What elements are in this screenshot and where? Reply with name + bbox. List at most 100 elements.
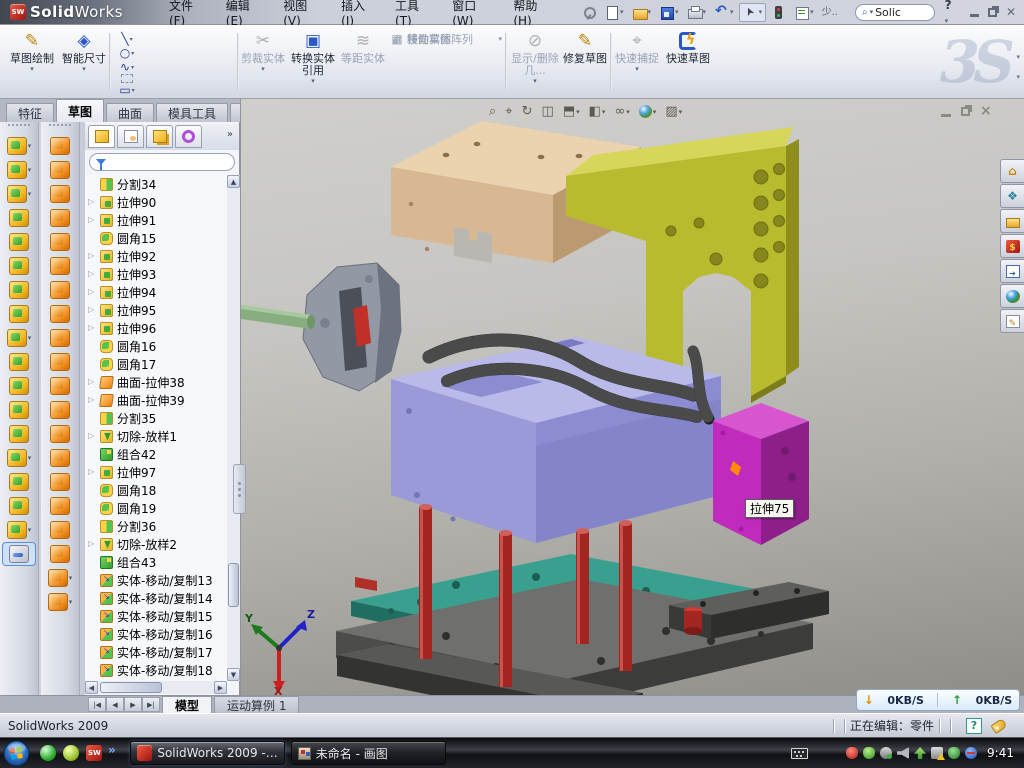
doc-close-button[interactable]: × bbox=[980, 105, 992, 118]
vertical-scroll-thumb[interactable] bbox=[228, 563, 239, 607]
surface-tool-button-offset-surface[interactable] bbox=[41, 302, 79, 326]
tray-icon-blocked[interactable] bbox=[965, 747, 977, 759]
tray-icon-antivirus[interactable] bbox=[846, 747, 858, 759]
tree-filter-input[interactable] bbox=[89, 153, 235, 171]
tree-item-圆角19[interactable]: 圆角19 bbox=[85, 499, 227, 517]
toolbar-overflow-chevron[interactable]: ▾ bbox=[1016, 53, 1020, 61]
tree-item-拉伸90[interactable]: ▷ 拉伸90 bbox=[85, 193, 227, 211]
doc-restore-button[interactable] bbox=[961, 107, 970, 116]
hud-button-display-style[interactable]: ◧ ▾ bbox=[587, 103, 608, 120]
sketch-button[interactable]: ✎ 草图绘制▾ bbox=[6, 29, 58, 95]
doc-minimize-button[interactable] bbox=[941, 114, 951, 117]
expand-arrow-icon[interactable]: ▷ bbox=[88, 431, 94, 440]
network-speed-widget[interactable]: ↓ 0KB/S ↑ 0KB/S bbox=[856, 689, 1020, 711]
surface-tool-button-thicken[interactable] bbox=[41, 350, 79, 374]
entity-button-corner-rectangle[interactable]: ▭ ▾ bbox=[112, 83, 142, 97]
chevron-down-icon[interactable]: ▾ bbox=[131, 64, 134, 71]
hud-button-hide-show-items[interactable]: ∞ ▾ bbox=[612, 103, 631, 120]
entity-button-spline[interactable]: ∿ ▾ bbox=[112, 60, 142, 74]
expand-arrow-icon[interactable]: ▷ bbox=[88, 467, 94, 476]
tree-item-拉伸94[interactable]: ▷ 拉伸94 bbox=[85, 283, 227, 301]
status-help-button[interactable]: ? bbox=[966, 718, 982, 734]
chevron-down-icon[interactable]: ▾ bbox=[679, 108, 683, 116]
chevron-down-icon[interactable]: ▾ bbox=[602, 108, 606, 116]
surface-tool-button-extend-surface[interactable] bbox=[41, 470, 79, 494]
tree-item-拉伸95[interactable]: ▷ 拉伸95 bbox=[85, 301, 227, 319]
chevron-down-icon[interactable]: ▾ bbox=[576, 108, 580, 116]
toolbar-overflow-chevron[interactable]: ▾ bbox=[1016, 73, 1020, 81]
tree-item-分割36[interactable]: 分割36 bbox=[85, 517, 227, 535]
surface-tool-button-swept-surface[interactable] bbox=[41, 134, 79, 158]
scroll-up-button[interactable]: ▲ bbox=[227, 175, 240, 188]
chevron-down-icon[interactable]: ▾ bbox=[759, 8, 763, 16]
chevron-down-icon[interactable]: ▾ bbox=[132, 87, 135, 94]
tree-item-实体-移动-复制13[interactable]: 实体-移动/复制13 bbox=[85, 571, 227, 589]
surface-tool-button-ruled-surface[interactable] bbox=[41, 326, 79, 350]
tray-icon-upload[interactable] bbox=[914, 747, 926, 759]
tree-item-组合42[interactable]: 组合42 bbox=[85, 445, 227, 463]
tab-dimxpertmanager[interactable] bbox=[175, 125, 202, 148]
surface-tool-button-trim-surface[interactable] bbox=[41, 446, 79, 470]
chevron-down-icon[interactable]: ▾ bbox=[653, 108, 657, 116]
surface-tool-button-replace-face[interactable] bbox=[41, 422, 79, 446]
surface-tool-button-planar-surface[interactable] bbox=[41, 278, 79, 302]
feature-tool-button-plane[interactable] bbox=[0, 470, 38, 494]
quick-launch-icon-messenger[interactable] bbox=[40, 745, 56, 761]
expand-arrow-icon[interactable]: ▷ bbox=[88, 287, 94, 296]
toolbar-button-new[interactable]: ▾ bbox=[601, 4, 627, 21]
tab-曲面[interactable]: 曲面 bbox=[106, 103, 154, 122]
tree-item-组合43[interactable]: 组合43 bbox=[85, 553, 227, 571]
tab-nav-button[interactable]: ◀ bbox=[106, 697, 124, 712]
task-pane-tab-appearances-scenes[interactable] bbox=[1000, 284, 1024, 308]
graphics-area[interactable]: Y Z X ⌕ ⌖ ↻ bbox=[240, 99, 1024, 696]
task-pane-tab-custom-properties[interactable] bbox=[1000, 309, 1024, 333]
tree-item-拉伸91[interactable]: ▷ 拉伸91 bbox=[85, 211, 227, 229]
task-pane-tab-design-library[interactable] bbox=[1000, 184, 1024, 208]
tray-icon-network[interactable] bbox=[931, 747, 943, 759]
tray-icon-volume[interactable] bbox=[897, 747, 909, 759]
toolbar-grip[interactable] bbox=[49, 124, 71, 131]
toolbar-button-options[interactable]: ▾ bbox=[791, 4, 817, 21]
scroll-right-button[interactable]: ▶ bbox=[214, 681, 227, 694]
expand-arrow-icon[interactable]: ▷ bbox=[88, 251, 94, 260]
offset-entities-button[interactable]: ≋ 等距实体 bbox=[341, 29, 385, 95]
surface-tool-button-boundary-surface[interactable] bbox=[41, 230, 79, 254]
toolbar-button-save[interactable]: ▾ bbox=[656, 4, 682, 21]
tree-item-圆角18[interactable]: 圆角18 bbox=[85, 481, 227, 499]
surface-tool-button-untrim-surface[interactable] bbox=[41, 494, 79, 518]
surface-tool-button-lofted-surface[interactable] bbox=[41, 206, 79, 230]
close-button[interactable]: ✕ bbox=[1006, 5, 1016, 19]
chevron-down-icon[interactable]: ▾ bbox=[498, 35, 502, 43]
chevron-down-icon[interactable]: ▾ bbox=[28, 526, 32, 534]
repair-sketch-button[interactable]: ✎ 修复草图 bbox=[563, 29, 607, 95]
task-button-solidworks-2009-[interactable]: SolidWorks 2009 - ... bbox=[130, 741, 285, 765]
tab-nav-button[interactable]: ▶ bbox=[124, 697, 142, 712]
tab-configurationmanager[interactable] bbox=[146, 125, 173, 148]
horizontal-scroll-thumb[interactable] bbox=[100, 682, 162, 693]
tree-item-实体-移动-复制14[interactable]: 实体-移动/复制14 bbox=[85, 589, 227, 607]
entity-button-line[interactable]: ╲ ▾ bbox=[112, 32, 142, 46]
hud-button-view-settings[interactable]: ▨ ▾ bbox=[663, 103, 684, 120]
toolbar-button-overflow[interactable]: 少.. bbox=[819, 4, 841, 21]
chevron-down-icon[interactable]: ▾ bbox=[69, 598, 73, 606]
task-pane-tab-file-explorer[interactable] bbox=[1000, 209, 1024, 233]
tree-item-实体-移动-复制17[interactable]: 实体-移动/复制17 bbox=[85, 643, 227, 661]
tree-item-实体-移动-复制15[interactable]: 实体-移动/复制15 bbox=[85, 607, 227, 625]
chevron-down-icon[interactable]: ▾ bbox=[28, 190, 32, 198]
smart-dimension-button[interactable]: ◈ 智能尺寸▾ bbox=[58, 29, 110, 95]
expand-arrow-icon[interactable]: ▷ bbox=[88, 215, 94, 224]
hud-button-apply-scene[interactable]: ▾ bbox=[637, 104, 659, 119]
tree-item-实体-移动-复制18[interactable]: 实体-移动/复制18 bbox=[85, 661, 227, 679]
tray-icon-defender[interactable] bbox=[948, 747, 960, 759]
surface-tool-button-fillet-surface[interactable] bbox=[41, 374, 79, 398]
chevron-down-icon[interactable]: ▾ bbox=[870, 8, 874, 16]
tree-horizontal-scrollbar[interactable]: ◀ ▶ bbox=[85, 681, 227, 694]
model-3d-view[interactable]: Y Z X bbox=[241, 99, 1024, 696]
surface-tool-button-extruded-surface[interactable] bbox=[41, 182, 79, 206]
expand-arrow-icon[interactable]: ▷ bbox=[88, 305, 94, 314]
tree-item-切除-放样1[interactable]: ▷ 切除-放样1 bbox=[85, 427, 227, 445]
rapid-sketch-button[interactable]: 快速草图 bbox=[663, 29, 713, 95]
input-keyboard-icon[interactable] bbox=[791, 748, 808, 759]
surface-tool-button-delete-face[interactable] bbox=[41, 398, 79, 422]
tree-item-曲面-拉伸39[interactable]: ▷ 曲面-拉伸39 bbox=[85, 391, 227, 409]
